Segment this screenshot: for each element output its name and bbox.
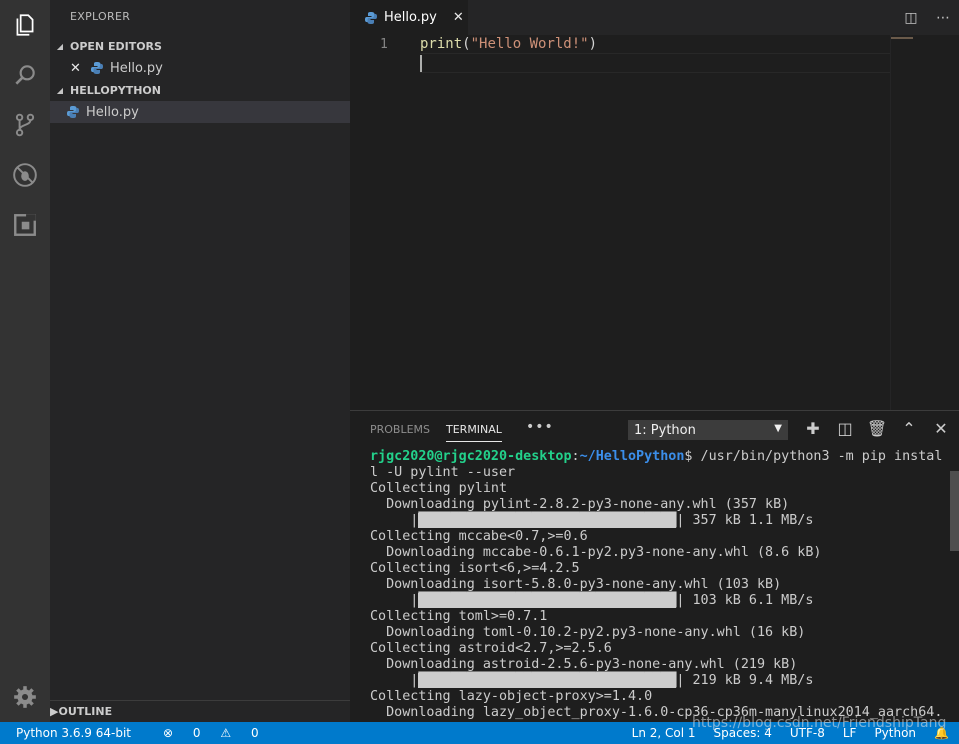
terminal-line: Collecting isort<6,>=4.2.5 [370,561,580,576]
progress-bar: ████████████████████████████████ [418,513,677,528]
source-control-icon[interactable] [0,100,50,150]
problems-summary[interactable]: ⊗ 0 ⚠ 0 [147,726,259,740]
search-icon[interactable] [0,50,50,100]
trash-icon[interactable]: 🗑 [861,419,893,438]
prompt-command: $ /usr/bin/python3 -m pip instal [684,449,943,464]
tab-problems[interactable]: PROBLEMS [370,423,430,436]
folder-header[interactable]: ◢ HELLOPYTHON [50,79,350,101]
expanded-chevron-icon: ◢ [56,85,64,95]
terminal-line: Collecting mccabe<0.7,>=0.6 [370,529,588,544]
terminal-line: Downloading astroid-2.5.6-py3-none-any.w… [370,657,798,672]
open-editor-filename: Hello.py [110,60,163,76]
expanded-chevron-icon: ◢ [56,41,64,51]
terminal-prompt-line: rjgc2020@rjgc2020-desktop:~/HelloPython$… [370,449,943,464]
terminal-line: l -U pylint --user [370,465,516,480]
python-file-icon [91,62,103,74]
progress-text: 103 kB 6.1 MB/s [692,593,814,608]
settings-gear-icon[interactable] [0,672,50,722]
terminal-line: Collecting lazy-object-proxy>=1.4.0 [370,689,653,704]
outline-label: OUTLINE [58,705,113,718]
cursor-position[interactable]: Ln 2, Col 1 [632,726,696,740]
line-number: 1 [380,37,388,52]
code-string: "Hello World!" [470,36,589,52]
open-editor-item[interactable]: ✕ Hello.py [50,57,350,79]
folder-label: HELLOPYTHON [70,83,161,97]
progress-bar: ████████████████████████████████ [418,593,677,608]
terminal-line: Downloading isort-5.8.0-py3-none-any.whl… [370,577,782,592]
code-line: print("Hello World!") [420,36,597,52]
code-paren: ) [588,36,598,52]
panel-tab-bar: PROBLEMS TERMINAL ••• 1: Python ▼ ✚ ◫ 🗑 … [350,411,959,447]
terminal-line: Downloading mccabe-0.6.1-py2.py3-none-an… [370,545,822,560]
warning-count: 0 [250,726,259,740]
file-tree-filename: Hello.py [86,104,139,120]
minimap[interactable] [890,35,959,410]
editor-tab-bar: Hello.py ✕ ◫ ⋯ [350,0,959,35]
new-terminal-icon[interactable]: ✚ [797,419,829,438]
progress-text: 357 kB 1.1 MB/s [692,513,814,528]
file-tree-item[interactable]: Hello.py [50,101,350,123]
activity-bar [0,0,50,722]
more-actions-icon[interactable]: ⋯ [927,10,959,26]
editor-actions: ◫ ⋯ [895,0,959,35]
terminal-line: Collecting toml>=0.7.1 [370,609,548,624]
python-interpreter[interactable]: Python 3.6.9 64-bit [16,726,131,740]
terminal-scrollbar[interactable] [950,471,959,551]
collapsed-chevron-icon: ▶ [50,705,59,718]
dropdown-arrow-icon: ▼ [774,423,782,434]
close-icon[interactable]: ✕ [70,61,86,76]
code-editor[interactable]: 1 print("Hello World!") [350,35,959,410]
text-cursor [420,55,422,72]
progress-text: 219 kB 9.4 MB/s [692,673,814,688]
warning-icon: ⚠ [220,726,232,740]
terminal-line: Collecting astroid<2.7,>=2.5.6 [370,641,612,656]
close-icon[interactable]: ✕ [453,10,464,25]
terminal-output[interactable]: rjgc2020@rjgc2020-desktop:~/HelloPython$… [370,449,950,721]
terminal-line: Collecting pylint [370,481,508,496]
split-editor-icon[interactable]: ◫ [895,10,927,26]
terminal-line: Downloading pylint-2.8.2-py3-none-any.wh… [370,497,790,512]
watermark: https://blog.csdn.net/FriendshipTang [692,715,947,731]
tab-label: Hello.py [384,10,437,25]
status-left: Python 3.6.9 64-bit ⊗ 0 ⚠ 0 [0,726,259,740]
debug-icon[interactable] [0,150,50,200]
terminal-line: Downloading toml-0.10.2-py2.py3-none-any… [370,625,806,640]
progress-bar: ████████████████████████████████ [418,673,677,688]
explorer-sidebar: EXPLORER ◢ OPEN EDITORS ✕ Hello.py ◢ HEL… [50,0,350,722]
current-line-highlight [420,53,890,73]
tab-terminal[interactable]: TERMINAL [446,423,502,442]
files-icon[interactable] [0,0,50,50]
error-icon: ⊗ [163,726,174,740]
bottom-panel: PROBLEMS TERMINAL ••• 1: Python ▼ ✚ ◫ 🗑 … [350,410,959,722]
code-paren: ( [462,36,471,52]
minimap-line [891,37,913,39]
more-icon[interactable]: ••• [526,419,554,435]
sidebar-title: EXPLORER [70,10,131,23]
extensions-icon[interactable] [0,200,50,250]
split-terminal-icon[interactable]: ◫ [829,419,861,438]
prompt-user: rjgc2020@rjgc2020-desktop [370,449,572,464]
progress-line: |████████████████████████████████| 219 k… [370,673,814,688]
terminal-select-value: 1: Python [634,422,696,438]
prompt-path: ~/HelloPython [579,449,685,464]
python-file-icon [67,106,79,118]
code-function: print [420,36,463,52]
progress-line: |████████████████████████████████| 357 k… [370,513,814,528]
outline-header[interactable]: ▶ OUTLINE [50,700,350,722]
maximize-panel-icon[interactable]: ⌃ [893,419,925,438]
tab-hello-py[interactable]: Hello.py ✕ [350,0,468,35]
terminal-select[interactable]: 1: Python ▼ [628,420,788,440]
open-editors-header[interactable]: ◢ OPEN EDITORS [50,35,350,57]
panel-actions: ✚ ◫ 🗑 ⌃ ✕ [797,419,957,438]
python-file-icon [365,11,377,24]
progress-line: |████████████████████████████████| 103 k… [370,593,814,608]
close-panel-icon[interactable]: ✕ [925,419,957,438]
open-editors-label: OPEN EDITORS [70,39,162,53]
error-count: 0 [192,726,201,740]
